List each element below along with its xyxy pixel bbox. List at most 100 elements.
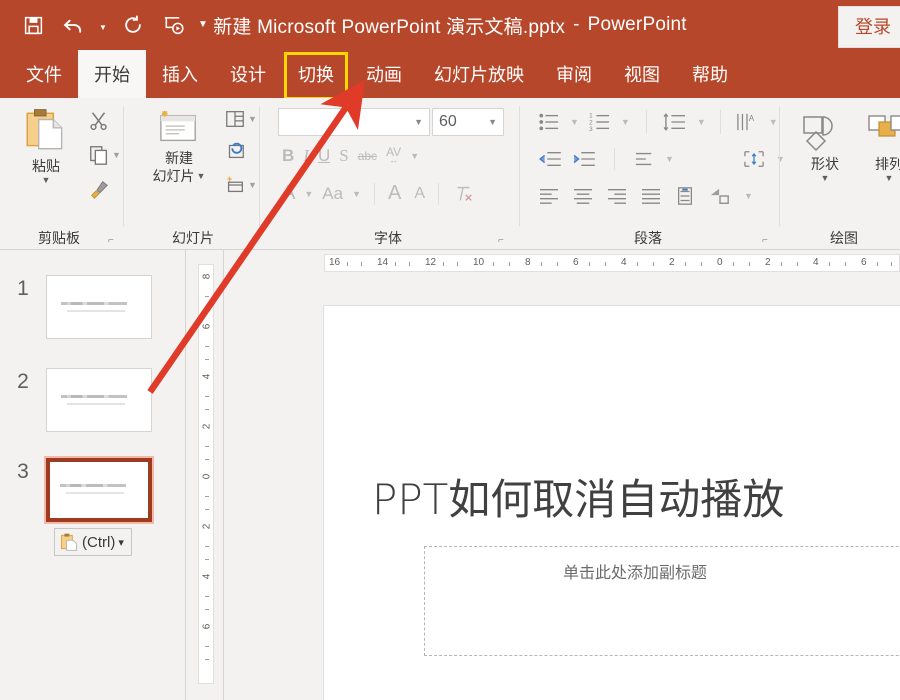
shapes-icon	[801, 112, 849, 154]
decrease-indent-icon[interactable]	[538, 150, 562, 168]
sign-in-button[interactable]: 登录	[838, 6, 900, 48]
undo-icon[interactable]	[56, 9, 90, 41]
font-size-combobox[interactable]: 60 ▼	[432, 108, 504, 136]
start-slideshow-icon[interactable]	[156, 9, 190, 41]
ribbon-tabs: 文件 开始 插入 设计 切换 动画 幻灯片放映 审阅 视图 帮助	[10, 50, 744, 98]
align-right-icon[interactable]	[606, 187, 628, 205]
scissors-icon	[88, 110, 110, 132]
new-slide-icon	[156, 108, 202, 148]
layout-dropdown-icon[interactable]: ▼	[248, 114, 257, 124]
tab-review[interactable]: 审阅	[540, 50, 608, 98]
hruler-tick-2a: 2	[669, 257, 675, 268]
distribute-text-icon[interactable]	[674, 186, 696, 206]
slide-thumbnail-2[interactable]	[46, 368, 152, 432]
section-dropdown-icon[interactable]: ▼	[248, 180, 257, 190]
slide-thumbnail-1[interactable]	[46, 275, 152, 339]
current-slide[interactable]: PPT如何取消自动播放 单击此处添加副标题	[323, 305, 900, 700]
font-color-dropdown-icon[interactable]: ▼	[304, 189, 313, 199]
arrange-dropdown-icon[interactable]: ▼	[885, 173, 894, 183]
font-dialog-launcher[interactable]: ⌐	[498, 235, 504, 246]
slide-canvas: PPT如何取消自动播放 单击此处添加副标题	[224, 276, 900, 700]
increase-indent-icon[interactable]	[572, 150, 596, 168]
strikethrough-button[interactable]: abc	[358, 149, 377, 163]
tab-home[interactable]: 开始	[78, 50, 146, 98]
italic-button[interactable]: I	[303, 146, 309, 166]
subtitle-placeholder[interactable]: 单击此处添加副标题	[424, 546, 900, 656]
numbering-icon[interactable]: 1 2 3	[589, 112, 611, 132]
paste-options-button[interactable]: (Ctrl) ▾	[54, 528, 132, 556]
bullets-dropdown-icon[interactable]: ▼	[570, 117, 579, 127]
reset-slide-button[interactable]	[224, 140, 246, 162]
redo-icon[interactable]	[116, 9, 150, 41]
slide-thumbnail-3[interactable]	[46, 458, 152, 522]
thumbnail-item-2[interactable]: 2	[0, 368, 186, 432]
undo-dropdown-icon[interactable]: ▼	[96, 9, 110, 41]
tab-view[interactable]: 视图	[608, 50, 676, 98]
bold-button[interactable]: B	[282, 146, 294, 166]
underline-button[interactable]: U	[318, 146, 330, 166]
justify-icon[interactable]	[640, 187, 662, 205]
line-spacing-icon[interactable]	[663, 112, 687, 132]
customize-quick-access-icon[interactable]: ▼	[196, 9, 210, 41]
font-size-dropdown-icon[interactable]: ▼	[482, 117, 503, 127]
copy-dropdown-icon[interactable]: ▼	[112, 150, 121, 160]
new-slide-dropdown-icon[interactable]: ▼	[197, 171, 206, 181]
change-case-dropdown-icon[interactable]: ▼	[352, 189, 361, 199]
cut-button[interactable]	[88, 110, 110, 132]
thumbnail-title-preview	[61, 302, 133, 305]
tab-insert[interactable]: 插入	[146, 50, 214, 98]
bullets-icon[interactable]	[538, 112, 560, 132]
slide-thumbnail-pane[interactable]: 1 2 3 (Ctrl)	[0, 250, 186, 700]
line-spacing-dropdown-icon[interactable]: ▼	[697, 117, 706, 127]
paste-options-caret-icon[interactable]: ▾	[118, 536, 124, 549]
font-color-button[interactable]: A	[282, 182, 295, 205]
paste-dropdown-icon[interactable]: ▼	[42, 175, 51, 185]
paragraph-dialog-launcher[interactable]: ⌐	[762, 235, 768, 246]
shapes-button[interactable]: 形状 ▼	[796, 112, 854, 183]
text-direction-icon[interactable]: A	[735, 112, 759, 132]
convert-to-smartart-icon[interactable]	[708, 186, 732, 206]
save-icon[interactable]	[16, 9, 50, 41]
layout-button[interactable]: ▼	[224, 108, 257, 130]
arrange-button[interactable]: 排列 ▼	[860, 112, 900, 183]
group-label-drawing: 绘图	[830, 228, 900, 248]
tab-slideshow[interactable]: 幻灯片放映	[418, 50, 540, 98]
tab-design[interactable]: 设计	[214, 50, 282, 98]
columns-dropdown-icon[interactable]: ▼	[665, 154, 674, 164]
format-painter-button[interactable]	[88, 178, 110, 200]
slide-title-text[interactable]: PPT如何取消自动播放	[372, 466, 900, 527]
tab-transitions[interactable]: 切换	[282, 50, 350, 98]
section-button[interactable]: ▼	[224, 174, 257, 196]
group-divider	[779, 106, 780, 226]
convert-to-smartart-dropdown-icon[interactable]: ▼	[744, 191, 753, 201]
align-center-icon[interactable]	[572, 187, 594, 205]
new-slide-label-2: 幻灯片	[153, 168, 195, 184]
change-case-button[interactable]: Aa	[322, 184, 343, 204]
numbering-dropdown-icon[interactable]: ▼	[621, 117, 630, 127]
tab-file[interactable]: 文件	[10, 50, 78, 98]
horizontal-ruler[interactable]: 16 14 12 10 8 6 4 2 0 2 4 6	[224, 250, 900, 276]
ribbon-group-drawing: 形状 ▼ 排列 ▼ 绘图	[784, 98, 900, 250]
tab-help[interactable]: 帮助	[676, 50, 744, 98]
shapes-dropdown-icon[interactable]: ▼	[821, 173, 830, 183]
columns-icon[interactable]	[633, 150, 655, 168]
align-text-icon[interactable]	[742, 149, 766, 169]
font-name-dropdown-icon[interactable]: ▼	[408, 117, 429, 127]
copy-button[interactable]: ▼	[88, 144, 121, 166]
vruler-tick-6b: 6	[202, 619, 213, 635]
text-shadow-button[interactable]: S	[339, 146, 348, 166]
character-spacing-dropdown-icon[interactable]: ▼	[410, 151, 419, 161]
new-slide-button[interactable]: 新建 幻灯片 ▼	[140, 108, 218, 184]
clear-formatting-icon[interactable]	[452, 183, 474, 205]
text-direction-dropdown-icon[interactable]: ▼	[769, 117, 778, 127]
paste-button[interactable]: 粘贴 ▼	[12, 106, 80, 185]
clipboard-dialog-launcher[interactable]: ⌐	[108, 235, 114, 246]
shrink-font-button[interactable]: A	[414, 185, 425, 203]
vertical-ruler[interactable]: 8 6 4 2 0 2 4 6	[186, 250, 224, 700]
align-left-icon[interactable]	[538, 187, 560, 205]
font-name-combobox[interactable]: ▼	[278, 108, 430, 136]
thumbnail-item-3[interactable]: 3	[0, 458, 186, 522]
grow-font-button[interactable]: A	[388, 182, 401, 205]
tab-animations[interactable]: 动画	[350, 50, 418, 98]
thumbnail-item-1[interactable]: 1	[0, 275, 186, 339]
